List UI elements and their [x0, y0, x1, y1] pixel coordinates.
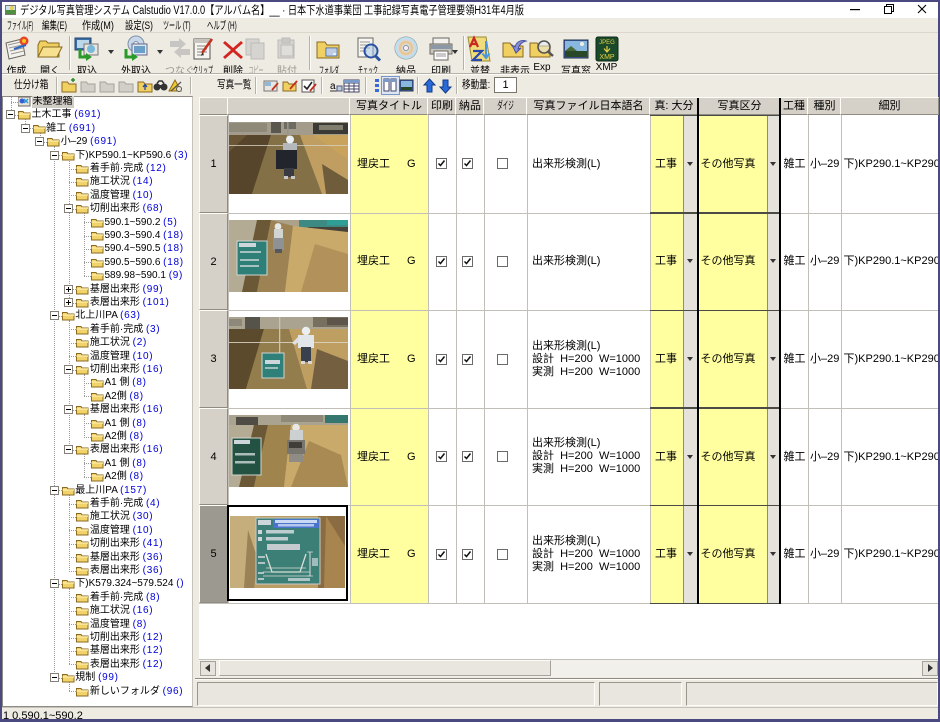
svg-text:XMP: XMP — [599, 54, 615, 61]
svg-text:a: a — [330, 81, 336, 92]
svg-text:JPEG: JPEG — [599, 40, 615, 46]
